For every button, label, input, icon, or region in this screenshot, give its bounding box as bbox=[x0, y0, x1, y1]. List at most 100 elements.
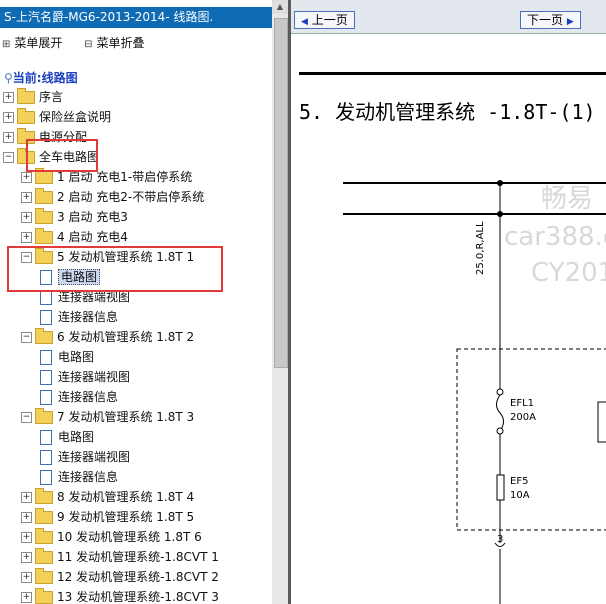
expand-toggle-icon[interactable]: + bbox=[21, 492, 32, 503]
fuse-symbol bbox=[496, 474, 505, 501]
tree-leaf-item[interactable]: 连接器信息 bbox=[40, 468, 118, 486]
tree-folder-item[interactable]: +3 启动 充电3 bbox=[21, 208, 128, 226]
tree-item-label: 连接器端视图 bbox=[58, 450, 131, 464]
expand-toggle-icon[interactable]: + bbox=[3, 132, 14, 143]
tree-folder-item[interactable]: − 7 发动机管理系统 1.8T 3 bbox=[21, 408, 194, 426]
fuse-symbol bbox=[496, 394, 504, 432]
connector-pin bbox=[496, 427, 504, 435]
expand-toggle-icon[interactable]: + bbox=[21, 572, 32, 583]
collapse-toggle-icon[interactable]: − bbox=[21, 412, 32, 423]
tree-item-label: 2 启动 充电2-不带启停系统 bbox=[57, 190, 205, 204]
location-pin-icon: ⚲ bbox=[4, 71, 13, 85]
folder-icon bbox=[35, 588, 53, 604]
window-title: S-上汽名爵-MG6-2013-2014- 线路图. bbox=[0, 7, 276, 28]
tree-leaf-item[interactable]: 连接器信息 bbox=[40, 388, 118, 406]
tree-item-label: 电路图 bbox=[58, 430, 95, 444]
highlight-box-engine-1 bbox=[7, 246, 223, 292]
current-location: ⚲当前:线路图 bbox=[4, 69, 78, 86]
menu-toolbar: ⊞ 菜单展开 ⊟ 菜单折叠 bbox=[2, 34, 144, 51]
tree-folder-item[interactable]: +10 发动机管理系统 1.8T 6 bbox=[21, 528, 202, 546]
tree-leaf-item[interactable]: 电路图 bbox=[40, 428, 94, 446]
tree-folder-item[interactable]: +12 发动机管理系统-1.8CVT 2 bbox=[21, 568, 219, 586]
tree-item-label: 4 启动 充电4 bbox=[57, 230, 128, 244]
document-icon bbox=[40, 310, 52, 325]
expand-toggle-icon[interactable]: + bbox=[3, 92, 14, 103]
fuse2-rating: 10A bbox=[510, 490, 530, 501]
component-box bbox=[597, 401, 606, 443]
fuse2-name: EF5 bbox=[510, 476, 529, 487]
wire-label: 25.0,R,ALL bbox=[475, 221, 486, 275]
folder-icon bbox=[17, 88, 35, 104]
collapse-menu-button[interactable]: 菜单折叠 bbox=[96, 34, 144, 51]
tree-folder-item[interactable]: +9 发动机管理系统 1.8T 5 bbox=[21, 508, 194, 526]
tree-leaf-item[interactable]: 连接器端视图 bbox=[40, 448, 130, 466]
expand-toggle-icon[interactable]: + bbox=[21, 232, 32, 243]
expand-toggle-icon[interactable]: + bbox=[21, 172, 32, 183]
expand-icon[interactable]: ⊞ bbox=[2, 39, 10, 50]
expand-toggle-icon[interactable]: + bbox=[3, 112, 14, 123]
scrollbar-thumb[interactable] bbox=[274, 18, 288, 368]
tree-folder-item[interactable]: + 保险丝盒说明 bbox=[3, 108, 111, 126]
connector-pin bbox=[496, 388, 504, 396]
collapse-icon[interactable]: ⊟ bbox=[84, 39, 92, 50]
tree-item-label: 电路图 bbox=[58, 350, 95, 364]
highlight-box-full-circuit bbox=[26, 139, 98, 172]
folder-icon bbox=[35, 548, 53, 564]
tree-leaf-item[interactable]: 连接器端视图 bbox=[40, 368, 130, 386]
document-icon bbox=[40, 450, 52, 465]
scroll-up-arrow-icon[interactable]: ▲ bbox=[272, 0, 288, 14]
document-icon bbox=[40, 470, 52, 485]
document-icon bbox=[40, 350, 52, 365]
tree-item-label: 1 启动 充电1-带启停系统 bbox=[57, 170, 193, 184]
tree-leaf-item[interactable]: 连接器信息 bbox=[40, 308, 118, 326]
fuse1-name: EFL1 bbox=[510, 398, 535, 409]
expand-toggle-icon[interactable]: + bbox=[21, 592, 32, 603]
collapse-toggle-icon[interactable]: − bbox=[3, 152, 14, 163]
tree-item-label: 3 启动 充电3 bbox=[57, 210, 128, 224]
document-icon bbox=[40, 430, 52, 445]
tree-item-label: 13 发动机管理系统-1.8CVT 3 bbox=[57, 590, 219, 604]
document-viewer: ◀ 上一页 下一页 ▶ 5. 发动机管理系统 -1.8T-(1) 畅易 car3… bbox=[291, 0, 606, 604]
tree-leaf-item[interactable]: 电路图 bbox=[40, 348, 94, 366]
collapse-toggle-icon[interactable]: − bbox=[21, 332, 32, 343]
folder-icon bbox=[35, 408, 53, 424]
expand-toggle-icon[interactable]: + bbox=[21, 552, 32, 563]
document-icon bbox=[40, 390, 52, 405]
expand-menu-button[interactable]: 菜单展开 bbox=[14, 34, 62, 51]
tree-item-label: 8 发动机管理系统 1.8T 4 bbox=[57, 490, 195, 504]
expand-toggle-icon[interactable]: + bbox=[21, 192, 32, 203]
folder-icon bbox=[17, 108, 35, 124]
expand-toggle-icon[interactable]: + bbox=[21, 532, 32, 543]
folder-icon bbox=[35, 508, 53, 524]
document-icon bbox=[40, 290, 52, 305]
folder-icon bbox=[35, 568, 53, 584]
tree-item-label: 连接器信息 bbox=[58, 390, 119, 404]
fuse1-rating: 200A bbox=[510, 412, 536, 423]
fuse-box-outline bbox=[456, 348, 606, 531]
tree-folder-item[interactable]: +13 发动机管理系统-1.8CVT 3 bbox=[21, 588, 219, 604]
tree-folder-item[interactable]: +8 发动机管理系统 1.8T 4 bbox=[21, 488, 194, 506]
tree-item-label: 保险丝盒说明 bbox=[39, 110, 112, 124]
expand-toggle-icon[interactable]: + bbox=[21, 212, 32, 223]
tree-item-label: 9 发动机管理系统 1.8T 5 bbox=[57, 510, 195, 524]
tree-item-label: 12 发动机管理系统-1.8CVT 2 bbox=[57, 570, 219, 584]
document-icon bbox=[40, 370, 52, 385]
tree-folder-item[interactable]: + 序言 bbox=[3, 88, 63, 106]
folder-icon bbox=[35, 228, 53, 244]
current-location-label: 当前:线路图 bbox=[12, 71, 78, 85]
expand-toggle-icon[interactable]: + bbox=[21, 512, 32, 523]
tree-folder-item[interactable]: +4 启动 充电4 bbox=[21, 228, 128, 246]
folder-icon bbox=[35, 328, 53, 344]
tree-folder-item[interactable]: − 6 发动机管理系统 1.8T 2 bbox=[21, 328, 194, 346]
folder-icon bbox=[35, 488, 53, 504]
tree-item-label: 7 发动机管理系统 1.8T 3 bbox=[57, 410, 195, 424]
tree-item-label: 连接器端视图 bbox=[58, 370, 131, 384]
pin-number: 3 bbox=[497, 534, 504, 545]
navigation-panel: S-上汽名爵-MG6-2013-2014- 线路图. ⊞ 菜单展开 ⊟ 菜单折叠 ⚲… bbox=[0, 0, 288, 604]
circuit-diagram bbox=[343, 180, 606, 604]
tree-item-label: 连接器端视图 bbox=[58, 290, 131, 304]
folder-icon bbox=[35, 208, 53, 224]
tree-folder-item[interactable]: +11 发动机管理系统-1.8CVT 1 bbox=[21, 548, 219, 566]
tree-folder-item[interactable]: +2 启动 充电2-不带启停系统 bbox=[21, 188, 204, 206]
folder-icon bbox=[35, 528, 53, 544]
